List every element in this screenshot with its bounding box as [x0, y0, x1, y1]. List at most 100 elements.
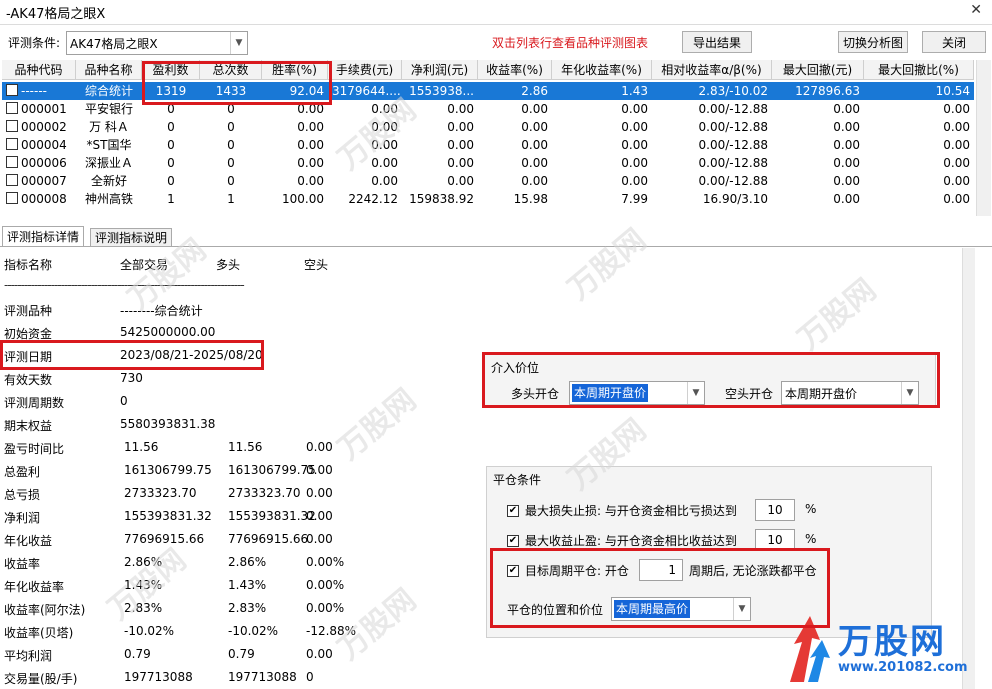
table-cell-profit: 0.00 — [447, 174, 474, 188]
table-cell-dd: 0.00 — [833, 102, 860, 116]
table-cell-text: 000007 — [21, 174, 67, 188]
table-cell-ret: 15.98 — [513, 192, 548, 206]
logo-text: 万股网 — [838, 622, 946, 662]
table-cell-wins: 0 — [167, 120, 175, 134]
stop-loss-input[interactable]: 10 — [755, 499, 795, 521]
row-icon — [6, 102, 18, 114]
detail-value: 2.86% — [228, 555, 267, 569]
col-header-profit[interactable]: 净利润(元) — [402, 60, 478, 80]
detail-value: 161306799.75 — [228, 463, 316, 477]
table-cell-annual: 0.00 — [621, 174, 648, 188]
table-cell-wins: 0 — [167, 156, 175, 170]
detail-value: 0.79 — [124, 647, 151, 661]
table-cell-alpha: 0.00/-12.88 — [698, 138, 768, 152]
tab-detail[interactable]: 评测指标详情 — [2, 226, 85, 247]
table-cell-annual: 7.99 — [621, 192, 648, 206]
detail-value: 2733323.70 — [124, 486, 197, 500]
condition-select[interactable]: AK47格局之眼X ▼ — [66, 31, 248, 55]
table-cell-rate: 0.00 — [297, 156, 324, 170]
row-icon — [6, 192, 18, 204]
table-cell-rate: 0.00 — [297, 120, 324, 134]
detail-value: -10.02% — [228, 624, 279, 638]
table-cell-total: 0 — [227, 174, 235, 188]
table-cell-code: 000001 — [2, 100, 76, 118]
table-row[interactable]: 000006 深振业Ａ 0 0 0.00 0.00 0.00 0.00 0.00 0.00/-12… — [2, 154, 974, 172]
table-cell-total: 0 — [227, 138, 235, 152]
col-header-drawdown[interactable]: 最大回撤(元) — [772, 60, 864, 80]
table-cell-total: 1 — [227, 192, 235, 206]
detail-label: 交易量(股/手) — [4, 672, 78, 686]
logo-url: www.201082.com — [838, 660, 968, 675]
take-profit-label: 最大收益止盈: 与开仓资金相比收益达到 — [525, 534, 737, 548]
table-cell-ret: 0.00 — [521, 102, 548, 116]
vertical-scrollbar[interactable] — [976, 60, 991, 216]
detail-label: 评测品种 — [4, 304, 53, 318]
table-cell-dd: 0.00 — [833, 192, 860, 206]
col-header-annual[interactable]: 年化收益率(%) — [552, 60, 652, 80]
table-cell-text: 000006 — [21, 156, 67, 170]
table-cell-dd: 0.00 — [833, 138, 860, 152]
col-header-fee[interactable]: 手续费(元) — [328, 60, 402, 80]
table-cell-code: 000008 — [2, 190, 76, 208]
close-icon[interactable]: ✕ — [970, 2, 982, 18]
table-cell-total: 0 — [227, 120, 235, 134]
col-header-drawdown-ratio[interactable]: 最大回撤比(%) — [864, 60, 974, 80]
table-cell-alpha: 0.00/-12.88 — [698, 174, 768, 188]
table-cell-profit: 1553938... — [409, 84, 474, 98]
table-cell-rate: 0.00 — [297, 138, 324, 152]
table-cell-name: 神州高铁 — [84, 192, 133, 206]
table-cell-profit: 159838.92 — [409, 192, 474, 206]
detail-value: 161306799.75 — [124, 463, 212, 477]
table-cell-text: ------ — [21, 84, 47, 98]
take-profit-checkbox[interactable]: ✔ — [507, 535, 519, 547]
detail-label: 收益率 — [4, 557, 41, 571]
table-cell-ret: 0.00 — [521, 120, 548, 134]
table-cell-dd: 127896.63 — [795, 84, 860, 98]
detail-value: -10.02% — [124, 624, 175, 638]
export-button[interactable]: 导出结果 — [682, 31, 752, 53]
table-cell-wins: 0 — [167, 174, 175, 188]
tab-description[interactable]: 评测指标说明 — [90, 228, 173, 247]
detail-value: 197713088 — [228, 670, 297, 684]
col-header-alpha[interactable]: 相对收益率α/β(%) — [652, 60, 772, 80]
table-cell-alpha: 0.00/-12.88 — [698, 156, 768, 170]
detail-value: 0 — [120, 394, 128, 408]
detail-label: 盈亏时间比 — [4, 442, 65, 456]
table-cell-alpha: 16.90/3.10 — [702, 192, 768, 206]
table-row[interactable]: 000002 万 科Ａ 0 0 0.00 0.00 0.00 0.00 0.00 0.00/-12… — [2, 118, 974, 136]
table-cell-ddr: 0.00 — [943, 138, 970, 152]
col-header-name[interactable]: 品种名称 — [76, 60, 142, 80]
table-cell-profit: 0.00 — [447, 138, 474, 152]
stop-loss-checkbox[interactable]: ✔ — [507, 505, 519, 517]
detail-label: 年化收益率 — [4, 580, 65, 594]
detail-value: 155393831.32 — [228, 509, 316, 523]
table-cell-ret: 0.00 — [521, 174, 548, 188]
switch-chart-button[interactable]: 切换分析图 — [838, 31, 908, 53]
table-cell-alpha: 2.83/-10.02 — [698, 84, 768, 98]
table-cell-name: *ST国华 — [86, 138, 132, 152]
table-cell-dd: 0.00 — [833, 156, 860, 170]
detail-label: 年化收益 — [4, 534, 53, 548]
table-cell-profit: 0.00 — [447, 156, 474, 170]
detail-value: 155393831.32 — [124, 509, 212, 523]
table-cell-annual: 0.00 — [621, 120, 648, 134]
table-cell-fee: 0.00 — [371, 174, 398, 188]
table-row[interactable]: 000007 全新好 0 0 0.00 0.00 0.00 0.00 0.00 0.00/-12.… — [2, 172, 974, 190]
close-button[interactable]: 关闭 — [922, 31, 986, 53]
col-header-return[interactable]: 收益率(%) — [478, 60, 552, 80]
col-header-code[interactable]: 品种代码 — [2, 60, 76, 80]
table-cell-annual: 0.00 — [621, 138, 648, 152]
detail-label: 评测周期数 — [4, 396, 65, 410]
table-cell-text: 000008 — [21, 192, 67, 206]
table-cell-ddr: 0.00 — [943, 156, 970, 170]
detail-value: 0.00 — [306, 463, 333, 477]
detail-label: 平均利润 — [4, 649, 53, 663]
table-row[interactable]: 000008 神州高铁 1 1 100.00 2242.12 159838.92 15.98 7… — [2, 190, 974, 208]
highlight-box-entry — [482, 352, 940, 408]
row-icon — [6, 120, 18, 132]
table-cell-fee: 2242.12 — [348, 192, 398, 206]
table-row[interactable]: 000004 *ST国华 0 0 0.00 0.00 0.00 0.00 0.00 0.00/-1… — [2, 136, 974, 154]
table-cell-rate: 100.00 — [282, 192, 324, 206]
table-cell-wins: 0 — [167, 138, 175, 152]
detail-label: 期末权益 — [4, 419, 53, 433]
